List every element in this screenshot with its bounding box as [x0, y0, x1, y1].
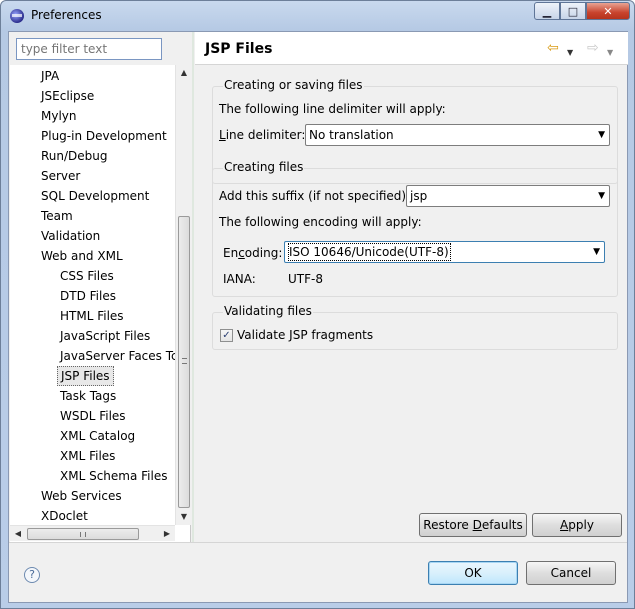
- window-title: Preferences: [31, 8, 102, 22]
- iana-label: IANA:: [223, 272, 256, 286]
- eclipse-app-icon: [10, 9, 24, 23]
- scroll-right-arrow-icon[interactable]: ▶: [159, 526, 175, 542]
- group-title-validating: Validating files: [223, 304, 313, 318]
- tree-item[interactable]: JavaServer Faces Tc: [57, 346, 175, 366]
- chevron-down-icon: ▼: [598, 191, 605, 201]
- chevron-down-icon: ▼: [593, 247, 600, 257]
- back-arrow-icon[interactable]: ⇦: [547, 40, 559, 56]
- page-header: JSP Files ⇦ ▼ ⇨ ▼: [195, 32, 628, 65]
- validate-jsp-checkbox[interactable]: ✓: [220, 329, 233, 342]
- ok-button[interactable]: OK: [428, 561, 518, 585]
- tree-item[interactable]: CSS Files: [57, 266, 117, 286]
- tree-item[interactable]: JSP Files: [57, 366, 114, 386]
- preference-tree: JPA JSEclipse Mylyn Plug-in Development Run/…: [10, 65, 191, 542]
- tree-item[interactable]: XML Catalog: [57, 426, 138, 446]
- tree-item[interactable]: XDoclet: [38, 506, 91, 525]
- suffix-select[interactable]: jsp ▼: [406, 185, 610, 207]
- tree-item[interactable]: Web Services: [38, 486, 125, 506]
- group-title-creating: Creating files: [223, 160, 305, 174]
- forward-arrow-icon[interactable]: ⇨: [587, 40, 599, 56]
- scroll-up-arrow-icon[interactable]: ▲: [176, 65, 192, 81]
- tree-item[interactable]: Plug-in Development: [38, 126, 170, 146]
- vertical-scroll-thumb[interactable]: [178, 216, 190, 508]
- page-title: JSP Files: [205, 41, 273, 57]
- tree-item[interactable]: XML Files: [57, 446, 118, 466]
- pane-sash[interactable]: [192, 32, 194, 542]
- window-controls: ▁ □ ✕: [534, 2, 630, 20]
- apply-button[interactable]: Apply: [532, 513, 622, 537]
- tree-item[interactable]: HTML Files: [57, 306, 127, 326]
- tree-item[interactable]: SQL Development: [38, 186, 152, 206]
- group-creating-files: Creating files Add this suffix (if not s…: [212, 160, 618, 297]
- tree-item[interactable]: Server: [38, 166, 83, 186]
- tree-vertical-scrollbar[interactable]: ▲ ▼: [175, 65, 191, 525]
- tree-item[interactable]: Team: [38, 206, 76, 226]
- line-delimiter-label: Line delimiter:: [219, 128, 306, 142]
- footer-separator: [9, 542, 627, 543]
- delimiter-info-text: The following line delimiter will apply:: [219, 102, 446, 116]
- back-history-dropdown-icon[interactable]: ▼: [567, 45, 573, 61]
- tree-item[interactable]: DTD Files: [57, 286, 119, 306]
- scroll-down-arrow-icon[interactable]: ▼: [176, 509, 192, 525]
- dialog-client-area: JPAJSEclipseMylynPlug-in DevelopmentRun/…: [8, 31, 628, 603]
- tree-item[interactable]: WSDL Files: [57, 406, 129, 426]
- title-bar[interactable]: Preferences ▁ □ ✕: [1, 1, 634, 31]
- restore-defaults-button[interactable]: Restore Defaults: [419, 513, 527, 537]
- forward-history-dropdown-icon[interactable]: ▼: [607, 45, 613, 61]
- encoding-select[interactable]: ISO 10646/Unicode(UTF-8) ▼: [284, 241, 605, 263]
- encoding-value: ISO 10646/Unicode(UTF-8): [288, 243, 451, 261]
- preferences-window: Preferences ▁ □ ✕ JPAJSEclipseMylynPlug-…: [0, 0, 635, 609]
- group-validating-files: Validating files ✓ Validate JSP fragment…: [212, 304, 618, 350]
- tree-item[interactable]: JSEclipse: [38, 86, 97, 106]
- minimize-button[interactable]: ▁: [534, 2, 560, 20]
- suffix-value: jsp: [410, 189, 428, 203]
- validate-jsp-label[interactable]: Validate JSP fragments: [237, 328, 373, 342]
- tree-item[interactable]: Web and XML: [38, 246, 126, 266]
- line-delimiter-value: No translation: [309, 128, 394, 142]
- tree-item[interactable]: Run/Debug: [38, 146, 111, 166]
- scroll-left-arrow-icon[interactable]: ◀: [10, 526, 26, 542]
- chevron-down-icon: ▼: [598, 130, 605, 140]
- tree-item[interactable]: JavaScript Files: [57, 326, 153, 346]
- tree-item[interactable]: XML Schema Files: [57, 466, 170, 486]
- horizontal-scroll-thumb[interactable]: [27, 528, 139, 540]
- tree-item[interactable]: Mylyn: [38, 106, 80, 126]
- suffix-label: Add this suffix (if not specified):: [219, 189, 411, 203]
- cancel-button[interactable]: Cancel: [526, 561, 616, 585]
- tree-item[interactable]: Task Tags: [57, 386, 119, 406]
- iana-value: UTF-8: [288, 272, 323, 286]
- encoding-label: Encoding:: [223, 246, 283, 260]
- tree-item[interactable]: JPA: [38, 66, 62, 86]
- help-icon[interactable]: ?: [24, 567, 40, 583]
- maximize-button[interactable]: □: [560, 2, 586, 20]
- tree-horizontal-scrollbar[interactable]: ◀ ▶: [10, 525, 175, 541]
- filter-input[interactable]: [16, 38, 162, 60]
- close-button[interactable]: ✕: [586, 2, 630, 20]
- tree-list: JPA JSEclipse Mylyn Plug-in Development Run/…: [10, 65, 175, 525]
- group-title-creating-saving: Creating or saving files: [223, 78, 364, 92]
- line-delimiter-select[interactable]: No translation ▼: [305, 124, 610, 146]
- encoding-info-text: The following encoding will apply:: [219, 215, 422, 229]
- tree-item[interactable]: Validation: [38, 226, 103, 246]
